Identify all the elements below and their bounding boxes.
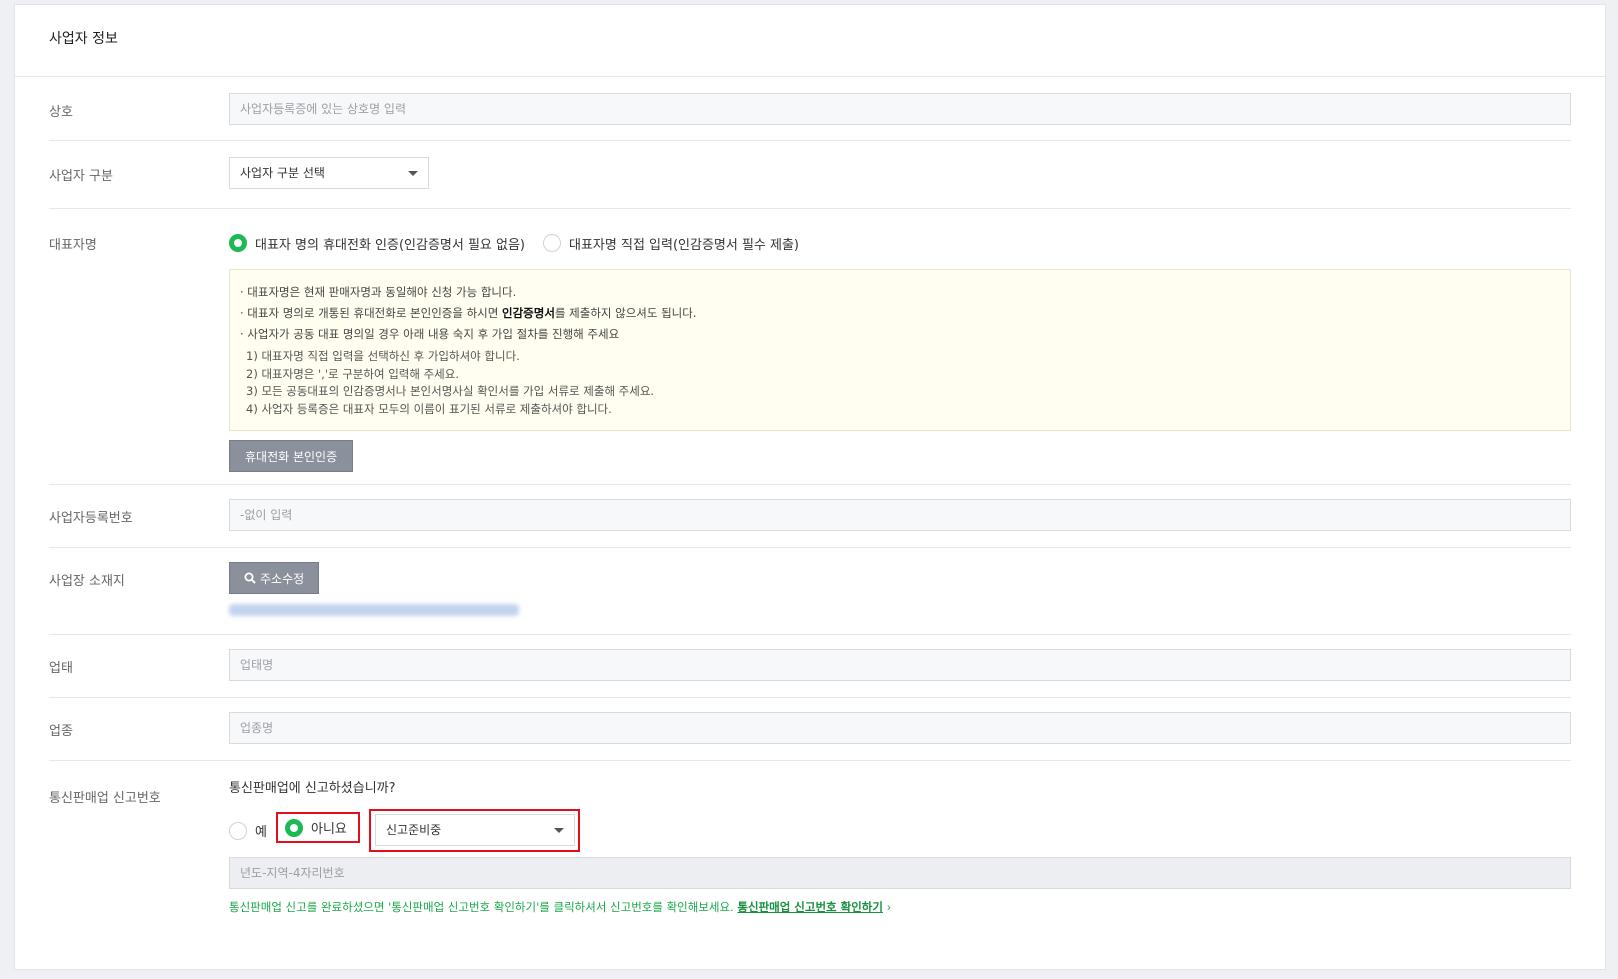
mail-order-help: 통신판매업 신고를 완료하셨으면 '통신판매업 신고번호 확인하기'를 클릭하셔… [229, 899, 1571, 915]
rep-option-manual[interactable]: 대표자명 직접 입력(인감증명서 필수 제출) [543, 234, 799, 253]
company-label: 상호 [49, 105, 73, 120]
mail-order-label: 통신판매업 신고번호 [49, 791, 161, 806]
rep-option-manual-label: 대표자명 직접 입력(인감증명서 필수 제출) [569, 237, 800, 253]
rep-option-phone-label: 대표자 명의 휴대전화 인증(인감증명서 필요 없음) [255, 237, 526, 253]
mail-order-status-selected: 신고준비중 [386, 823, 442, 837]
chevron-down-icon [554, 828, 564, 833]
notice-line-3: · 사업자가 공동 대표 명의일 경우 아래 내용 숙지 후 가입 절차를 진행… [240, 327, 620, 341]
address-edit-button[interactable]: 주소수정 [229, 562, 320, 594]
row-business: 업태 업태명 [49, 635, 1571, 698]
address-edit-label: 주소수정 [260, 571, 305, 586]
rep-label: 대표자명 [49, 238, 97, 253]
radio-unchecked-icon[interactable] [543, 234, 562, 252]
check-number-link[interactable]: 통신판매업 신고번호 확인하기 [737, 900, 883, 914]
mail-order-number-input[interactable]: 년도-지역-4자리번호 [229, 857, 1571, 889]
row-reg-number: 사업자등록번호 -없이 입력 [49, 485, 1571, 548]
reg-number-label: 사업자등록번호 [49, 511, 133, 526]
help-text: 통신판매업 신고를 완료하셨으면 '통신판매업 신고번호 확인하기'를 클릭하셔… [229, 900, 738, 914]
rep-notice-box: · 대표자명은 현재 판매자명과 동일해야 신청 가능 합니다. · 대표자 명… [229, 269, 1571, 431]
rep-option-phone[interactable]: 대표자 명의 휴대전화 인증(인감증명서 필요 없음) [229, 234, 525, 253]
mail-order-status-select[interactable]: 신고준비중 [375, 814, 575, 846]
search-icon [244, 572, 256, 584]
section-title: 사업자 정보 [15, 5, 1605, 77]
chevron-right-icon: › [886, 900, 892, 914]
category-label: 업종 [49, 724, 73, 739]
notice-line-2-bold: 인감증명서 [502, 306, 555, 320]
notice-sub-4: 4) 사업자 등록증은 대표자 모두의 이름이 표기된 서류로 제출하셔야 합니… [246, 401, 612, 416]
biz-type-selected: 사업자 구분 선택 [240, 166, 325, 180]
mail-order-yes-option[interactable]: 예 [229, 821, 267, 840]
company-input[interactable]: 사업자등록증에 있는 상호명 입력 [229, 93, 1571, 125]
biz-type-select[interactable]: 사업자 구분 선택 [229, 157, 429, 189]
row-mail-order: 통신판매업 신고번호 통신판매업에 신고하셨습니까? 예 아니요 신고준비중 년… [49, 761, 1571, 961]
reg-number-input[interactable]: -없이 입력 [229, 499, 1571, 531]
mail-order-yes-label: 예 [255, 825, 267, 840]
notice-line-2-post: 를 제출하지 않으셔도 됩니다. [554, 306, 697, 320]
notice-sub-1: 1) 대표자명 직접 입력을 선택하신 후 가입하셔야 합니다. [246, 349, 520, 363]
category-input[interactable]: 업종명 [229, 712, 1571, 744]
notice-sub-3: 3) 모든 공동대표의 인감증명서나 본인서명사실 확인서를 가입 서류로 제출… [246, 384, 655, 398]
notice-line-2: · 대표자 명의로 개통된 휴대전화로 본인인증을 하시면 인감증명서를 제출하… [240, 303, 1560, 324]
address-label: 사업장 소재지 [49, 574, 125, 589]
blurred-address [229, 604, 519, 616]
business-label: 업태 [49, 661, 73, 676]
chevron-down-icon [408, 171, 418, 176]
notice-sub-2: 2) 대표자명은 ','로 구분하여 입력해 주세요. [246, 366, 459, 381]
business-input[interactable]: 업태명 [229, 649, 1571, 681]
radio-checked-icon[interactable] [229, 234, 247, 252]
row-biz-type: 사업자 구분 사업자 구분 선택 [49, 141, 1571, 209]
radio-unchecked-icon[interactable] [229, 821, 247, 840]
row-category: 업종 업종명 [49, 698, 1571, 761]
mail-order-no-option[interactable]: 아니요 [285, 818, 347, 837]
mail-order-no-label: 아니요 [311, 822, 347, 837]
notice-line-2-pre: · 대표자 명의로 개통된 휴대전화로 본인인증을 하시면 [240, 306, 503, 320]
row-representative: 대표자명 대표자 명의 휴대전화 인증(인감증명서 필요 없음) 대표자명 직접… [49, 209, 1571, 485]
mail-order-question: 통신판매업에 신고하셨습니까? [229, 781, 396, 796]
business-info-card: 사업자 정보 상호 사업자등록증에 있는 상호명 입력 사업자 구분 사업자 구… [14, 4, 1606, 970]
biz-type-label: 사업자 구분 [49, 169, 113, 184]
row-company: 상호 사업자등록증에 있는 상호명 입력 [49, 77, 1571, 141]
row-address: 사업장 소재지 주소수정 [49, 548, 1571, 635]
notice-line-1: · 대표자명은 현재 판매자명과 동일해야 신청 가능 합니다. [240, 285, 517, 299]
radio-checked-icon[interactable] [285, 818, 303, 837]
phone-verify-button[interactable]: 휴대전화 본인인증 [229, 440, 354, 472]
